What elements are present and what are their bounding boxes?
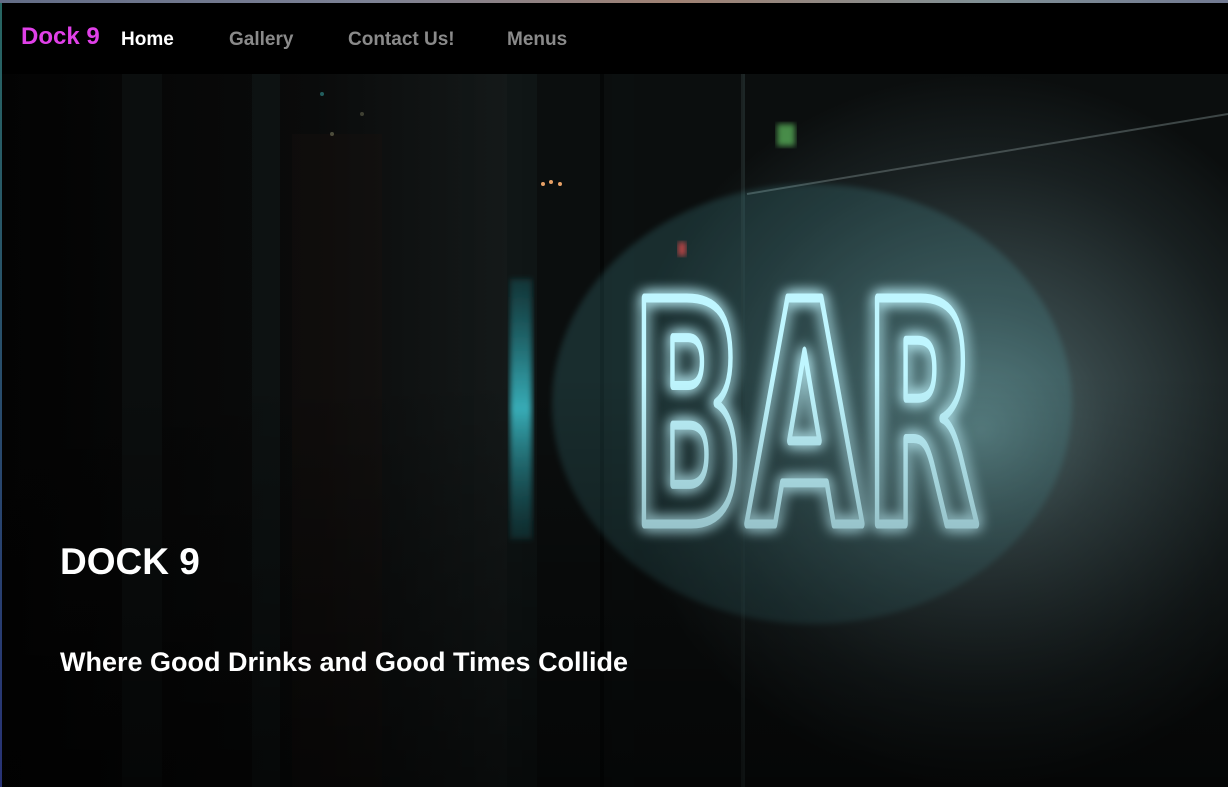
nav-link-menus[interactable]: Menus [507,29,567,51]
page: Dock 9 Home Gallery Contact Us! Menus DO… [0,0,1228,787]
navbar: Dock 9 Home Gallery Contact Us! Menus [2,3,1228,74]
nav-link-contact-us[interactable]: Contact Us! [348,29,455,51]
hero-background-image: BAR [2,74,1228,787]
nav-link-gallery[interactable]: Gallery [229,29,293,51]
hero-banner: BAR DOCK 9 Where Good Drinks and Good Ti… [2,74,1228,787]
hero-title: DOCK 9 [60,540,200,582]
brand-logo-link[interactable]: Dock 9 [21,23,100,51]
nav-link-home[interactable]: Home [121,29,174,51]
hero-subtitle: Where Good Drinks and Good Times Collide [60,647,629,678]
